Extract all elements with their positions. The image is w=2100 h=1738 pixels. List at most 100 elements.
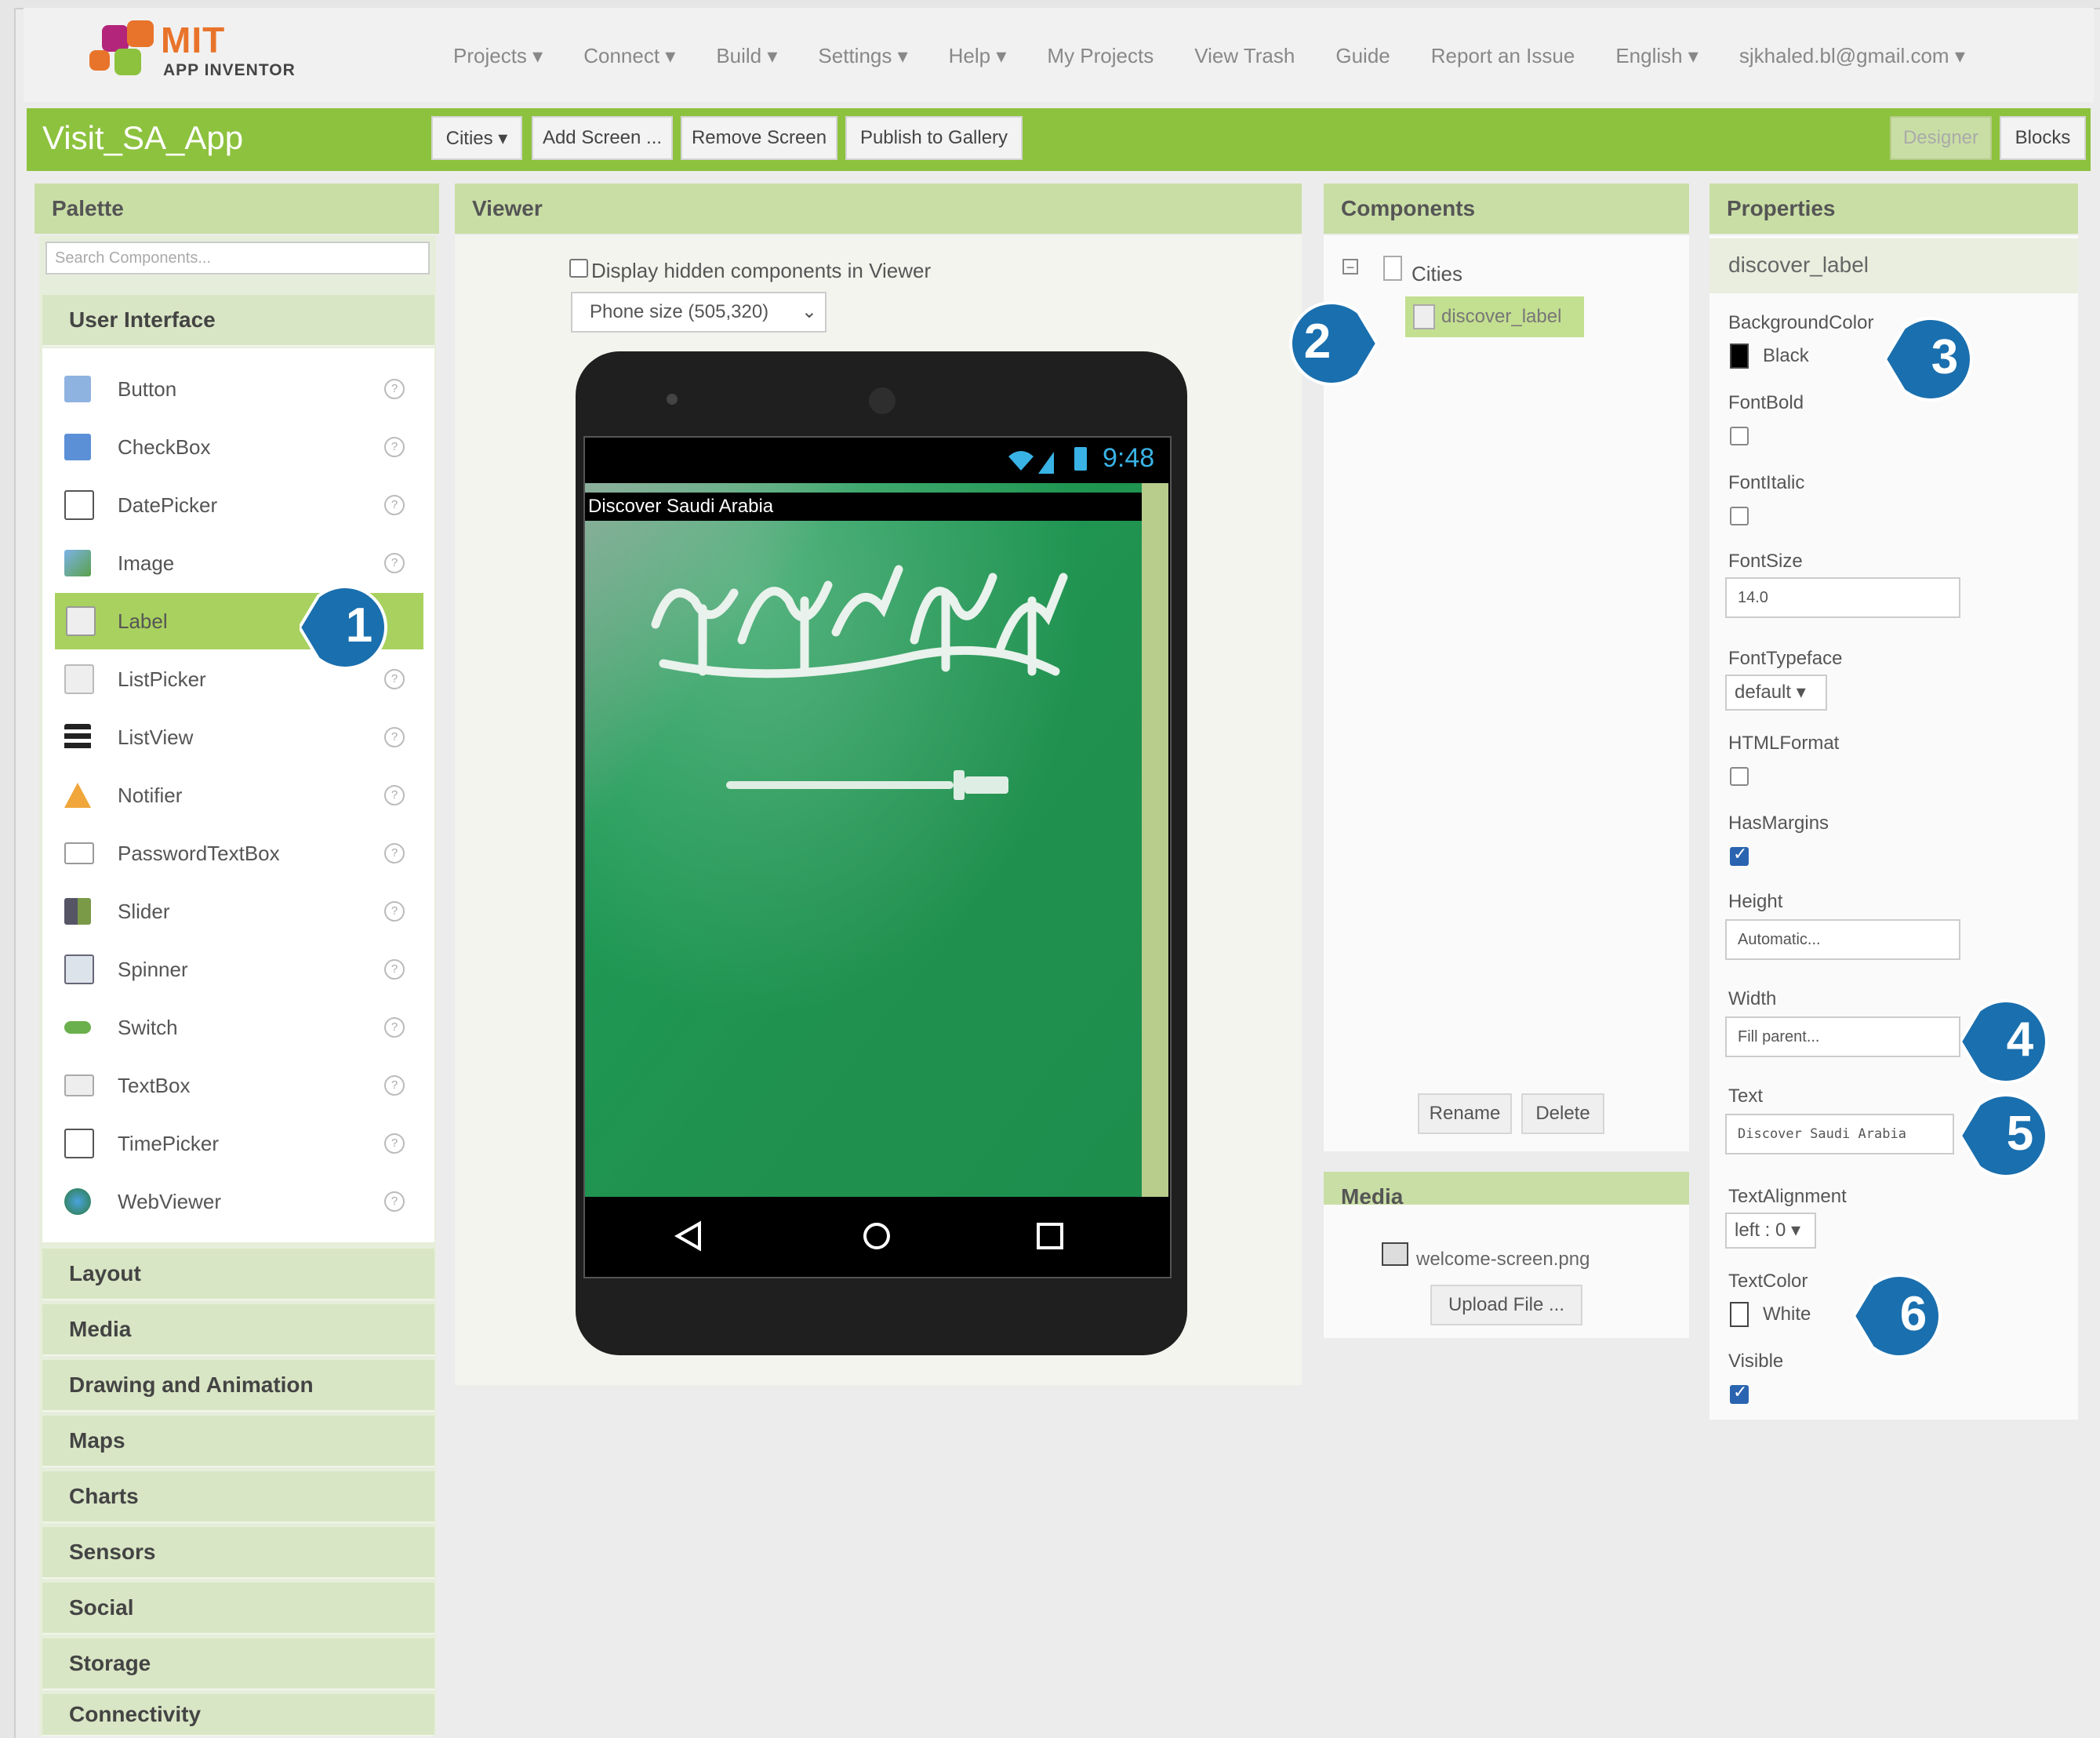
palette-item-spinner[interactable]: Spinner ?: [42, 941, 434, 998]
rename-button[interactable]: Rename: [1418, 1093, 1512, 1134]
visible-checkbox[interactable]: [1730, 1382, 1749, 1404]
palette-item-label: Button: [118, 376, 177, 401]
palette-item-switch[interactable]: Switch ?: [42, 999, 434, 1056]
width-input[interactable]: Fill parent...: [1725, 1016, 1960, 1057]
palette-item-label: Slider: [118, 899, 170, 923]
delete-button[interactable]: Delete: [1521, 1093, 1604, 1134]
category-connectivity[interactable]: Connectivity: [42, 1694, 434, 1736]
htmlformat-checkbox[interactable]: [1730, 767, 1749, 786]
palette-item-timepicker[interactable]: TimePicker ?: [42, 1115, 434, 1172]
palette-item-button[interactable]: Button ?: [42, 361, 434, 417]
fontitalic-checkbox[interactable]: [1730, 507, 1749, 525]
bg-color-swatch[interactable]: [1730, 344, 1749, 369]
blocks-button[interactable]: Blocks: [2000, 116, 2086, 160]
help-icon[interactable]: ?: [384, 1075, 405, 1096]
category-media[interactable]: Media: [42, 1304, 434, 1356]
prop-fontitalic-label: FontItalic: [1728, 472, 1805, 493]
components-panel: [1324, 235, 1689, 1151]
screen-select[interactable]: Cities ▾: [431, 116, 522, 160]
menu-build[interactable]: Build ▾: [716, 44, 777, 68]
fonttypeface-select[interactable]: default ▾: [1725, 674, 1827, 711]
help-icon[interactable]: ?: [384, 1017, 405, 1038]
publish-gallery-button[interactable]: Publish to Gallery: [845, 116, 1023, 160]
help-icon[interactable]: ?: [384, 495, 405, 515]
remove-screen-button[interactable]: Remove Screen: [681, 116, 837, 160]
media-file-name[interactable]: welcome-screen.png: [1416, 1249, 1590, 1271]
logo-subtitle: APP INVENTOR: [163, 61, 296, 79]
logo-hex-icon: [89, 50, 110, 71]
menu-connect[interactable]: Connect ▾: [583, 44, 675, 68]
palette-item-datepicker[interactable]: DatePicker ?: [42, 477, 434, 533]
category-social[interactable]: Social: [42, 1583, 434, 1634]
menu-guide[interactable]: Guide: [1335, 44, 1390, 68]
chevron-down-icon: ⌄: [801, 301, 817, 322]
menu-language[interactable]: English ▾: [1615, 44, 1699, 68]
menu-account[interactable]: sjkhaled.bl@gmail.com ▾: [1739, 44, 1965, 68]
menu-help[interactable]: Help ▾: [949, 44, 1007, 68]
textalignment-select[interactable]: left : 0 ▾: [1725, 1213, 1816, 1249]
collapse-icon[interactable]: −: [1342, 259, 1358, 275]
help-icon[interactable]: ?: [384, 379, 405, 399]
designer-button[interactable]: Designer: [1890, 116, 1992, 160]
callout-badge-3: 3: [1883, 314, 1976, 405]
status-clock: 9:48: [1103, 443, 1155, 473]
viewer-scrollbar[interactable]: [1142, 483, 1168, 1197]
hidden-components-checkbox[interactable]: [569, 259, 588, 278]
category-sensors[interactable]: Sensors: [42, 1527, 434, 1579]
palette-item-textbox[interactable]: TextBox ?: [42, 1057, 434, 1114]
add-screen-button[interactable]: Add Screen ...: [532, 116, 673, 160]
category-maps[interactable]: Maps: [42, 1416, 434, 1467]
help-icon[interactable]: ?: [384, 437, 405, 457]
fontsize-input[interactable]: 14.0: [1725, 577, 1960, 618]
palette-item-label: DatePicker: [118, 493, 218, 517]
menu-settings[interactable]: Settings ▾: [818, 44, 907, 68]
text-color-value[interactable]: White: [1763, 1304, 1811, 1325]
category-charts[interactable]: Charts: [42, 1471, 434, 1523]
callout-badge-1: 1: [297, 582, 391, 673]
discover-label-preview[interactable]: Discover Saudi Arabia: [585, 493, 1142, 521]
help-icon[interactable]: ?: [384, 959, 405, 980]
palette-item-slider[interactable]: Slider ?: [42, 883, 434, 940]
phone-size-select[interactable]: Phone size (505,320) ⌄: [571, 292, 827, 333]
menu-my-projects[interactable]: My Projects: [1047, 44, 1154, 68]
top-menu-bar: MIT APP INVENTOR Projects ▾ Connect ▾ Bu…: [24, 8, 2094, 102]
category-user-interface[interactable]: User Interface: [42, 295, 434, 347]
menu-projects[interactable]: Projects ▾: [453, 44, 543, 68]
app-inventor-logo[interactable]: MIT APP INVENTOR: [78, 14, 329, 93]
hasmargins-checkbox[interactable]: [1730, 844, 1749, 866]
palette-item-notifier[interactable]: Notifier ?: [42, 767, 434, 824]
help-icon[interactable]: ?: [384, 553, 405, 573]
phone-camera-icon: [869, 387, 896, 414]
components-header: Components: [1324, 184, 1689, 234]
help-icon[interactable]: ?: [384, 727, 405, 747]
category-storage[interactable]: Storage: [42, 1638, 434, 1690]
palette-item-label: ListPicker: [118, 667, 206, 691]
palette-item-webviewer[interactable]: WebViewer ?: [42, 1173, 434, 1230]
menu-report-issue[interactable]: Report an Issue: [1431, 44, 1575, 68]
help-icon[interactable]: ?: [384, 901, 405, 922]
globe-icon: [64, 1188, 91, 1215]
logo-hex-icon: [127, 20, 154, 47]
palette-item-checkbox[interactable]: CheckBox ?: [42, 419, 434, 475]
palette-search-input[interactable]: Search Components...: [45, 242, 430, 275]
tree-item-discover-label[interactable]: discover_label: [1405, 296, 1584, 337]
fontbold-checkbox[interactable]: [1730, 427, 1749, 445]
upload-file-button[interactable]: Upload File ...: [1430, 1285, 1582, 1325]
category-drawing-animation[interactable]: Drawing and Animation: [42, 1360, 434, 1412]
palette-item-listview[interactable]: ListView ?: [42, 709, 434, 765]
help-icon[interactable]: ?: [384, 1133, 405, 1154]
properties-header: Properties: [1709, 184, 2078, 234]
bg-color-value[interactable]: Black: [1763, 345, 1809, 367]
help-icon[interactable]: ?: [384, 785, 405, 805]
palette-item-passwordtextbox[interactable]: PasswordTextBox ?: [42, 825, 434, 882]
tree-root-cities[interactable]: Cities: [1412, 262, 1462, 286]
menu-view-trash[interactable]: View Trash: [1194, 44, 1295, 68]
height-input[interactable]: Automatic...: [1725, 919, 1960, 960]
text-color-swatch[interactable]: [1730, 1302, 1749, 1327]
help-icon[interactable]: ?: [384, 843, 405, 864]
help-icon[interactable]: ?: [384, 1191, 405, 1212]
category-layout[interactable]: Layout: [42, 1249, 434, 1300]
signal-icon: [1007, 447, 1062, 479]
text-input[interactable]: Discover Saudi Arabia: [1725, 1114, 1954, 1154]
label-icon: [66, 606, 96, 636]
